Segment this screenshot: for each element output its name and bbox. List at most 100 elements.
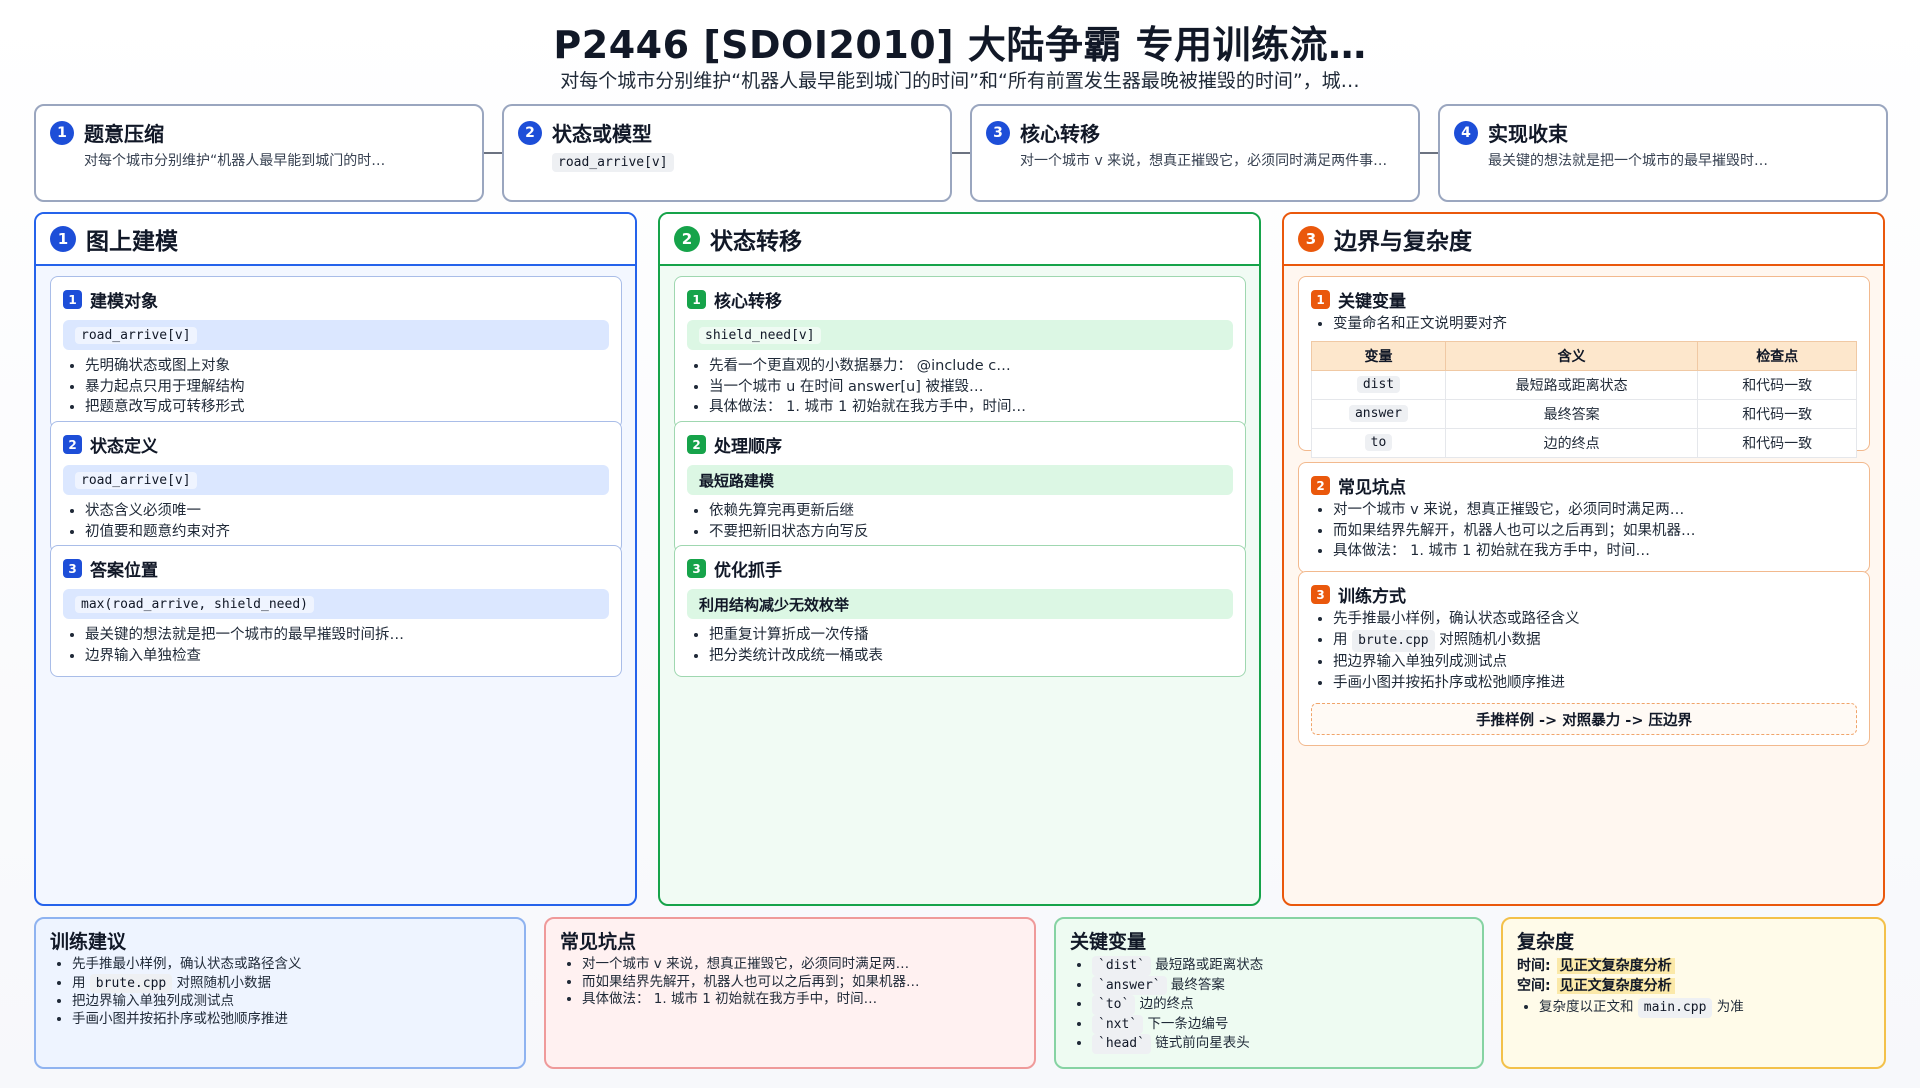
card-pitfalls: 2 常见坑点 对一个城市 v 来说，想真正摧毁它，必须同时满足两… 而如果结界先… — [1298, 462, 1870, 573]
card-title: 优化抓手 — [714, 561, 782, 581]
inline-code: `to` — [1092, 995, 1136, 1015]
step-code: road_arrive[v] — [552, 153, 674, 172]
card-state-definition: 2 状态定义 road_arrive[v] 状态含义必须唯一 初值要和题意约束对… — [50, 421, 622, 553]
card-training-method: 3 训练方式 先手推最小样例，确认状态或路径含义 用 brute.cpp 对照随… — [1298, 571, 1870, 746]
table-row: answer 最终答案 和代码一致 — [1311, 398, 1857, 429]
list-item: 对一个城市 v 来说，想真正摧毁它，必须同时满足两… — [582, 956, 1020, 974]
column-title: 边界与复杂度 — [1334, 229, 1472, 255]
list-item: 而如果结界先解开，机器人也可以之后再到；如果机器… — [582, 974, 1020, 992]
card-number-badge: 1 — [687, 290, 706, 309]
column-boundary-complexity: 3 边界与复杂度 1 关键变量 变量命名和正文说明要对齐 变量 含义 检查点 d… — [1282, 212, 1885, 906]
column-number-badge: 1 — [50, 226, 76, 252]
list-item: `answer` 最终答案 — [1092, 975, 1468, 995]
card-modeling-object: 1 建模对象 road_arrive[v] 先明确状态或图上对象 暴力起点只用于… — [50, 276, 622, 429]
card-code: shield_need[v] — [699, 326, 821, 344]
list-item: 具体做法： 1. 城市 1 初始就在我方手中，时间… — [582, 991, 1020, 1009]
list-item: 把重复计算折成一次传播 — [709, 625, 1233, 646]
card-number-badge: 2 — [1311, 476, 1330, 495]
variables-table: 变量 含义 检查点 dist 最短路或距离状态 和代码一致 answer 最终答… — [1311, 340, 1857, 458]
step-number-badge: 4 — [1454, 120, 1478, 145]
column-state-transition: 2 状态转移 1 核心转移 shield_need[v] 先看一个更直观的小数据… — [658, 212, 1261, 906]
list-item: 把题意改写成可转移形式 — [85, 397, 609, 418]
panel-title: 关键变量 — [1070, 931, 1147, 953]
table-cell: 和代码一致 — [1697, 369, 1857, 400]
panel-complexity: 复杂度 时间:见正文复杂度分析 空间:见正文复杂度分析 复杂度以正文和 main… — [1501, 917, 1886, 1069]
list-item: 对一个城市 v 来说，想真正摧毁它，必须同时满足两… — [1333, 500, 1857, 521]
step-title: 状态或模型 — [552, 122, 652, 146]
step-desc: 对一个城市 v 来说，想真正摧毁它，必须同时满足两件事… — [1020, 153, 1388, 169]
list-item: 把边界输入单独列成测试点 — [72, 993, 510, 1011]
list-item: 具体做法： 1. 城市 1 初始就在我方手中，时间… — [709, 397, 1233, 418]
card-number-badge: 3 — [687, 559, 706, 578]
table-cell: 和代码一致 — [1697, 398, 1857, 429]
table-cell: 最短路或距离状态 — [1444, 369, 1699, 400]
step-desc: 最关键的想法就是把一个城市的最早摧毁时… — [1488, 153, 1768, 169]
card-highlight: 利用结构减少无效枚举 — [687, 589, 1233, 619]
list-item: `nxt` 下一条边编号 — [1092, 1014, 1468, 1034]
card-number-badge: 3 — [63, 559, 82, 578]
list-item: 边界输入单独检查 — [85, 646, 609, 667]
card-number-badge: 2 — [687, 435, 706, 454]
card-title: 处理顺序 — [714, 437, 782, 457]
card-title: 状态定义 — [90, 437, 158, 457]
list-item: 暴力起点只用于理解结构 — [85, 377, 609, 398]
table-header: 含义 — [1444, 340, 1699, 371]
list-item: 而如果结界先解开，机器人也可以之后再到；如果机器… — [1333, 521, 1857, 542]
inline-code: `dist` — [1092, 956, 1151, 976]
step-card-2: 2 状态或模型 road_arrive[v] — [502, 104, 952, 202]
time-complexity: 时间: 见正文复杂度分析 — [1517, 956, 1870, 976]
table-cell: to — [1364, 434, 1393, 451]
list-item: 先看一个更直观的小数据暴力： @include c… — [709, 356, 1233, 377]
page-subtitle: 对每个城市分别维护“机器人最早能到城门的时间”和“所有前置发生器最晚被摧毁的时间… — [560, 70, 1360, 92]
step-connector — [1420, 152, 1438, 154]
list-item: 用 brute.cpp 对照随机小数据 — [72, 973, 510, 993]
panel-title: 常见坑点 — [560, 931, 637, 953]
column-graph-modeling: 1 图上建模 1 建模对象 road_arrive[v] 先明确状态或图上对象 … — [34, 212, 637, 906]
table-cell: 边的终点 — [1444, 427, 1699, 458]
inline-code: `nxt` — [1092, 1014, 1144, 1034]
step-card-3: 3 核心转移 对一个城市 v 来说，想真正摧毁它，必须同时满足两件事… — [970, 104, 1420, 202]
table-header: 变量 — [1311, 340, 1446, 371]
card-code: road_arrive[v] — [75, 471, 197, 489]
list-item: 具体做法： 1. 城市 1 初始就在我方手中，时间… — [1333, 541, 1857, 562]
card-number-badge: 2 — [63, 435, 82, 454]
panel-key-variables: 关键变量 `dist` 最短路或距离状态 `answer` 最终答案 `to` … — [1054, 917, 1484, 1069]
step-connector — [952, 152, 970, 154]
inline-code: `head` — [1092, 1034, 1151, 1054]
list-item: 变量命名和正文说明要对齐 — [1333, 314, 1857, 335]
table-cell: 最终答案 — [1444, 398, 1699, 429]
table-row: dist 最短路或距离状态 和代码一致 — [1311, 369, 1857, 400]
list-item: 手画小图并按拓扑序或松弛顺序推进 — [1333, 673, 1857, 694]
panel-title: 复杂度 — [1517, 931, 1575, 953]
card-title: 答案位置 — [90, 561, 158, 581]
column-header: 3 边界与复杂度 — [1284, 214, 1883, 266]
list-item: 不要把新旧状态方向写反 — [709, 522, 1233, 543]
list-item: 先手推最小样例，确认状态或路径含义 — [72, 956, 510, 974]
panel-pitfalls: 常见坑点 对一个城市 v 来说，想真正摧毁它，必须同时满足两… 而如果结界先解开… — [544, 917, 1036, 1069]
step-title: 实现收束 — [1488, 122, 1568, 146]
list-item: 最关键的想法就是把一个城市的最早摧毁时间拆… — [85, 625, 609, 646]
column-title: 状态转移 — [710, 229, 802, 255]
card-code: max(road_arrive, shield_need) — [75, 595, 314, 613]
inline-code: brute.cpp — [1352, 629, 1435, 652]
list-item: 手画小图并按拓扑序或松弛顺序推进 — [72, 1011, 510, 1029]
list-item: 先明确状态或图上对象 — [85, 356, 609, 377]
list-item: 当一个城市 u 在时间 answer[u] 被摧毁… — [709, 377, 1233, 398]
card-answer-position: 3 答案位置 max(road_arrive, shield_need) 最关键… — [50, 545, 622, 677]
column-header: 2 状态转移 — [660, 214, 1259, 266]
step-desc: 对每个城市分别维护“机器人最早能到城门的时… — [84, 153, 386, 169]
step-number-badge: 1 — [50, 120, 74, 145]
column-title: 图上建模 — [86, 229, 178, 255]
step-number-badge: 2 — [518, 120, 542, 145]
step-title: 题意压缩 — [84, 122, 164, 146]
list-item: 先手推最小样例，确认状态或路径含义 — [1333, 609, 1857, 630]
step-title: 核心转移 — [1020, 122, 1100, 146]
list-item: 依赖先算完再更新后继 — [709, 501, 1233, 522]
table-cell: 和代码一致 — [1697, 427, 1857, 458]
list-item: 复杂度以正文和 main.cpp 为准 — [1539, 998, 1870, 1018]
inline-code: main.cpp — [1637, 998, 1713, 1018]
list-item: 用 brute.cpp 对照随机小数据 — [1333, 629, 1857, 652]
card-title: 关键变量 — [1338, 292, 1406, 312]
card-number-badge: 1 — [63, 290, 82, 309]
step-number-badge: 3 — [986, 120, 1010, 145]
